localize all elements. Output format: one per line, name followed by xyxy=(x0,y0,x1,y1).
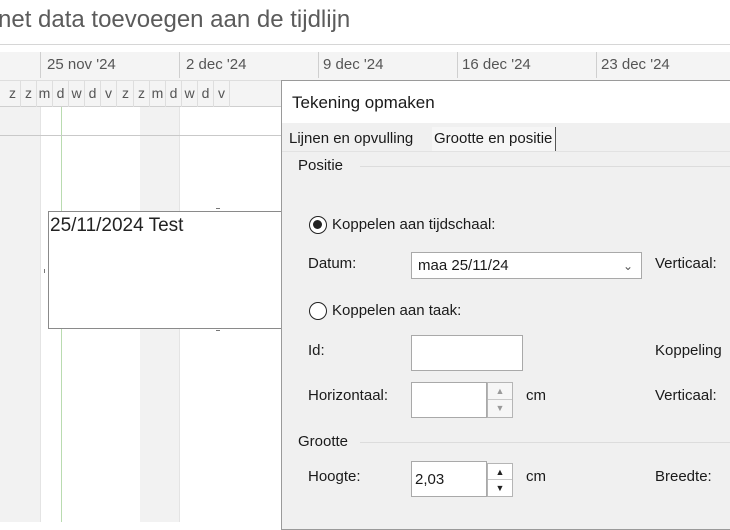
day-letter: d xyxy=(198,81,214,107)
week-label: 2 dec '24 xyxy=(186,56,247,73)
date-value: maa 25/11/24 xyxy=(418,257,509,274)
day-letter: z xyxy=(118,81,134,107)
horizontal-spinner[interactable]: ▲ ▼ xyxy=(487,382,513,418)
radio-timescale-label[interactable]: Koppelen aan tijdschaal: xyxy=(332,216,495,233)
section-divider xyxy=(360,166,730,167)
horizontal-input[interactable] xyxy=(411,382,487,418)
height-input[interactable]: 2,03 xyxy=(411,461,487,497)
radio-timescale[interactable] xyxy=(309,216,327,234)
size-section-label: Grootte xyxy=(298,433,349,450)
tab-size-position[interactable]: Grootte en positie xyxy=(432,127,557,151)
dialog-title-bar[interactable]: Tekening opmaken xyxy=(282,81,730,123)
position-section-label: Positie xyxy=(298,157,344,174)
drawing-textbox[interactable]: 25/11/2024 Test xyxy=(48,211,288,329)
horizontal-label: Horizontaal: xyxy=(308,387,389,404)
day-letter: m xyxy=(37,81,53,107)
day-letter: v xyxy=(214,81,230,107)
tab-divider xyxy=(282,151,730,152)
height-spinner[interactable]: ▲ ▼ xyxy=(487,463,513,497)
tab-lines-fill[interactable]: Lijnen en opvulling xyxy=(287,127,415,151)
week-separator xyxy=(596,52,597,78)
radio-task-label[interactable]: Koppelen aan taak: xyxy=(332,302,461,319)
spin-down-icon[interactable]: ▼ xyxy=(488,400,512,417)
week-label: 16 dec '24 xyxy=(462,56,531,73)
date-label: Datum: xyxy=(308,255,357,272)
day-letter: z xyxy=(5,81,21,107)
height-label: Hoogte: xyxy=(308,468,361,485)
day-letter: z xyxy=(21,81,37,107)
height-unit: cm xyxy=(526,468,546,485)
vertical-label-2: Verticaal: xyxy=(655,387,717,404)
id-label: Id: xyxy=(308,342,325,359)
selection-handle[interactable] xyxy=(44,269,45,273)
link-label: Koppeling xyxy=(655,342,722,359)
vertical-label: Verticaal: xyxy=(655,255,717,272)
grid-line xyxy=(40,107,41,522)
day-letter: w xyxy=(69,81,85,107)
date-dropdown[interactable]: maa 25/11/24 ⌄ xyxy=(411,252,642,279)
day-letter: d xyxy=(53,81,69,107)
day-letter: d xyxy=(85,81,101,107)
spin-down-icon[interactable]: ▼ xyxy=(488,480,512,496)
timeline-placeholder-text: net data toevoegen aan de tijdlijn xyxy=(0,6,351,33)
timeline-band[interactable]: net data toevoegen aan de tijdlijn xyxy=(0,0,730,45)
day-letter: d xyxy=(166,81,182,107)
day-letter: z xyxy=(134,81,150,107)
day-letter: w xyxy=(182,81,198,107)
format-drawing-dialog: Tekening opmaken Lijnen en opvulling Gro… xyxy=(281,80,730,530)
dialog-tabs: Lijnen en opvulling Grootte en positie xyxy=(282,124,730,152)
horizontal-unit: cm xyxy=(526,387,546,404)
week-separator xyxy=(457,52,458,78)
week-label: 9 dec '24 xyxy=(323,56,384,73)
day-letter: m xyxy=(150,81,166,107)
section-divider xyxy=(360,442,730,443)
id-input[interactable] xyxy=(411,335,523,371)
week-label: 23 dec '24 xyxy=(601,56,670,73)
drawing-text: 25/11/2024 Test xyxy=(50,215,184,236)
spin-up-icon[interactable]: ▲ xyxy=(488,464,512,480)
dialog-title: Tekening opmaken xyxy=(292,93,435,112)
selection-handle[interactable] xyxy=(216,208,220,209)
selection-handle[interactable] xyxy=(216,330,220,331)
width-label: Breedte: xyxy=(655,468,712,485)
spin-up-icon[interactable]: ▲ xyxy=(488,383,512,400)
weekend-shading xyxy=(0,107,40,522)
radio-task[interactable] xyxy=(309,302,327,320)
week-separator xyxy=(179,52,180,78)
radio-selected-dot xyxy=(313,220,322,229)
week-label: 25 nov '24 xyxy=(47,56,116,73)
day-letter: v xyxy=(101,81,117,107)
week-separator xyxy=(318,52,319,78)
chevron-down-icon[interactable]: ⌄ xyxy=(623,253,633,279)
week-separator xyxy=(40,52,41,78)
